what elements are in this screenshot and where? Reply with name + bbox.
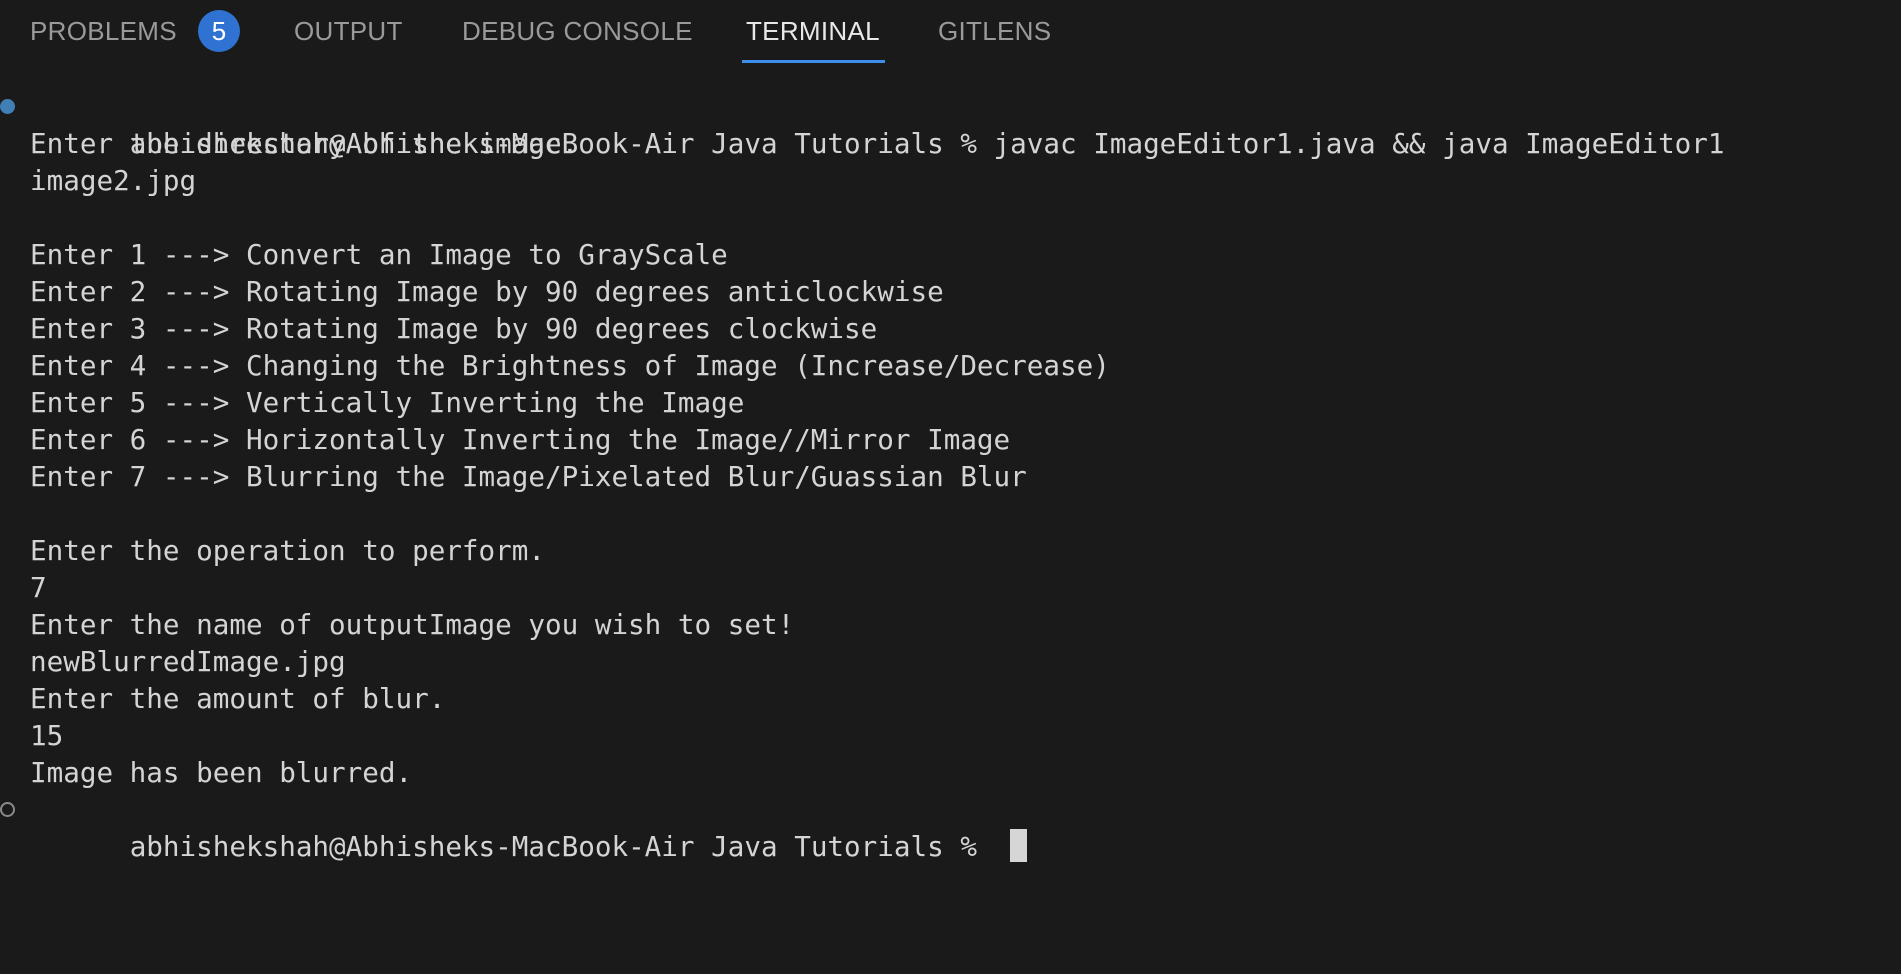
terminal-line: Enter the name of outputImage you wish t… xyxy=(30,608,795,641)
problems-count-badge: 5 xyxy=(198,10,240,52)
panel-tab-bar: PROBLEMS 5 OUTPUT DEBUG CONSOLE TERMINAL… xyxy=(0,0,1901,64)
command-success-decoration-icon[interactable] xyxy=(0,99,15,114)
tab-output-label: OUTPUT xyxy=(294,16,403,46)
terminal-cursor xyxy=(1009,829,1027,862)
terminal-line: Enter 2 ---> Rotating Image by 90 degree… xyxy=(30,275,944,308)
terminal-line: Image has been blurred. xyxy=(30,756,413,789)
tab-problems[interactable]: PROBLEMS xyxy=(30,0,177,62)
tab-gitlens[interactable]: GITLENS xyxy=(938,0,1051,62)
terminal-line: image2.jpg xyxy=(30,164,197,197)
terminal-line-command: abhishekshah@Abhisheks-MacBook-Air Java … xyxy=(0,88,1901,160)
terminal-output[interactable]: abhishekshah@Abhisheks-MacBook-Air Java … xyxy=(0,88,1901,863)
terminal-prompt-text: abhishekshah@Abhisheks-MacBook-Air Java … xyxy=(129,830,994,863)
terminal-line: Enter the directory of the image. xyxy=(30,127,579,160)
tab-terminal[interactable]: TERMINAL xyxy=(746,0,880,62)
tab-debug-console[interactable]: DEBUG CONSOLE xyxy=(462,0,693,62)
terminal-line: Enter the operation to perform. xyxy=(30,534,545,567)
terminal-line: Enter 1 ---> Convert an Image to GraySca… xyxy=(30,238,728,271)
terminal-line: 7 xyxy=(30,571,47,604)
terminal-line-prompt: abhishekshah@Abhisheks-MacBook-Air Java … xyxy=(0,791,1901,863)
terminal-panel: PROBLEMS 5 OUTPUT DEBUG CONSOLE TERMINAL… xyxy=(0,0,1901,974)
tab-output[interactable]: OUTPUT xyxy=(294,0,403,62)
terminal-line: newBlurredImage.jpg xyxy=(30,645,346,678)
terminal-line: Enter the amount of blur. xyxy=(30,682,446,715)
terminal-line: Enter 6 ---> Horizontally Inverting the … xyxy=(30,423,1011,456)
terminal-line: 15 xyxy=(30,719,64,752)
tab-problems-label: PROBLEMS xyxy=(30,16,177,46)
tab-gitlens-label: GITLENS xyxy=(938,16,1052,46)
terminal-line: Enter 5 ---> Vertically Inverting the Im… xyxy=(30,386,745,419)
active-tab-indicator xyxy=(742,60,885,63)
terminal-line: Enter 3 ---> Rotating Image by 90 degree… xyxy=(30,312,878,345)
terminal-line: Enter 4 ---> Changing the Brightness of … xyxy=(30,349,1110,382)
tab-terminal-label: TERMINAL xyxy=(746,16,880,46)
terminal-line: Enter 7 ---> Blurring the Image/Pixelate… xyxy=(30,460,1027,493)
tab-debug-console-label: DEBUG CONSOLE xyxy=(462,16,693,46)
command-pending-decoration-icon[interactable] xyxy=(0,802,15,817)
